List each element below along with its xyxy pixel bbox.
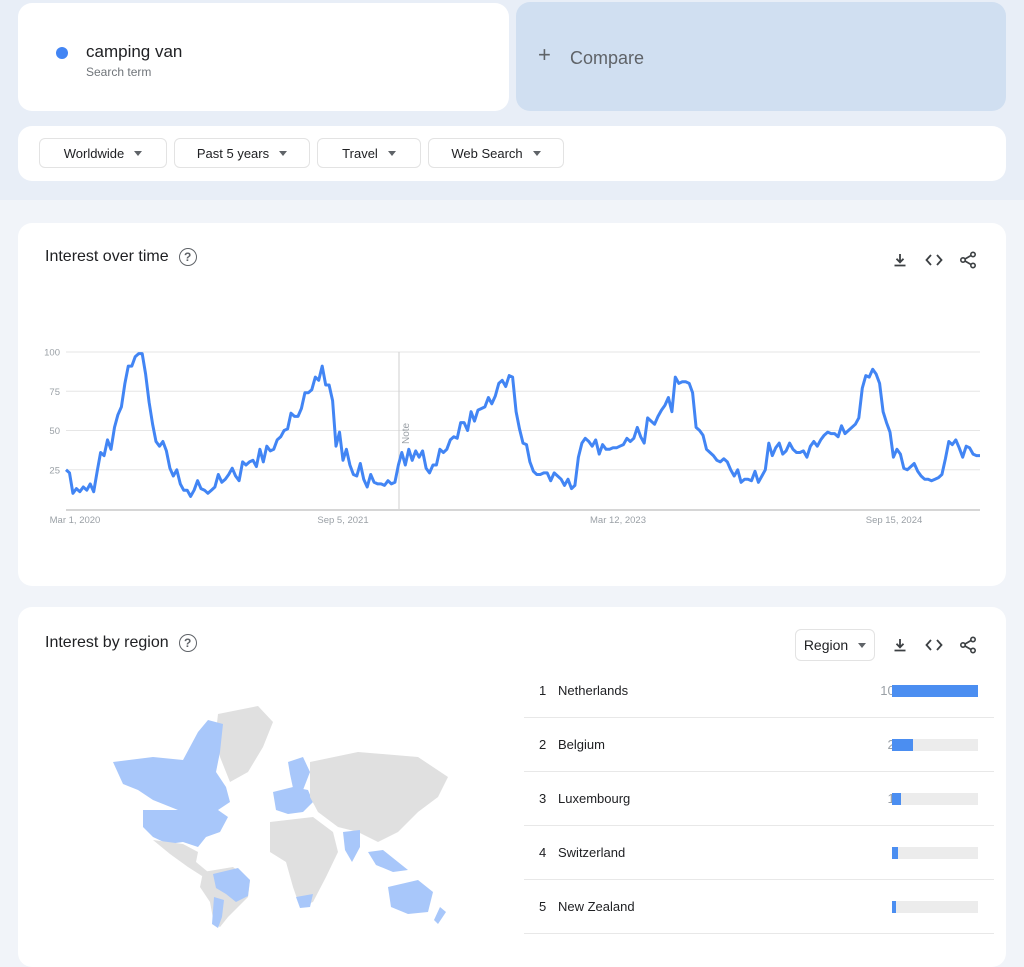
region-actions: [890, 635, 978, 655]
region-value-bar-fill: [892, 685, 978, 697]
region-value-bar-fill: [892, 901, 897, 913]
search-term-card[interactable]: camping van Search term: [18, 3, 509, 111]
search-term-name[interactable]: camping van: [86, 42, 182, 62]
region-row[interactable]: 3Luxembourg10: [524, 772, 994, 826]
y-tick-label: 50: [49, 426, 60, 437]
caret-down-icon: [279, 150, 288, 156]
region-rank: 1: [539, 683, 547, 698]
region-rank: 4: [539, 845, 547, 860]
x-tick-label: Mar 12, 2023: [590, 515, 646, 526]
filter-location-label: Worldwide: [63, 145, 125, 161]
filter-time-dropdown[interactable]: Past 5 years: [174, 138, 310, 168]
note-annotation[interactable]: Note: [401, 422, 412, 444]
region-name[interactable]: New Zealand: [558, 899, 635, 914]
region-row[interactable]: 1Netherlands100: [524, 664, 994, 718]
region-value-bar: [892, 901, 978, 913]
region-row[interactable]: 5New Zealand5: [524, 880, 994, 934]
compare-button[interactable]: + Compare: [516, 2, 1006, 111]
filter-location-dropdown[interactable]: Worldwide: [39, 138, 167, 168]
region-name[interactable]: Luxembourg: [558, 791, 630, 806]
map-australia: [388, 880, 433, 914]
caret-down-icon: [387, 150, 396, 156]
interest-by-region-card: Interest by region ? Region 1 Netherland…: [18, 607, 1006, 967]
map-africa: [270, 817, 338, 907]
plus-icon: +: [538, 42, 551, 67]
search-term-label: Search term: [86, 65, 152, 79]
region-ranking-list: 1Netherlands1002Belgium243Luxembourg104S…: [524, 664, 994, 934]
filter-time-label: Past 5 years: [196, 145, 270, 161]
share-icon[interactable]: [958, 635, 978, 655]
region-value-bar-fill: [892, 847, 899, 859]
map-canada: [113, 720, 230, 810]
region-resolution-dropdown[interactable]: Region: [795, 629, 875, 661]
interest-by-region-title-row: Interest by region ?: [45, 634, 197, 652]
map-asia: [310, 752, 448, 842]
map-india: [343, 830, 360, 862]
map-greenland: [216, 706, 273, 782]
x-tick-label: Mar 1, 2020: [50, 515, 101, 526]
region-value-bar: [892, 847, 978, 859]
y-tick-label: 25: [49, 465, 60, 476]
embed-icon[interactable]: [924, 635, 944, 655]
download-icon[interactable]: [890, 635, 910, 655]
compare-label: Compare: [570, 48, 645, 68]
region-select-label: Region: [803, 637, 849, 653]
region-value-bar: [892, 685, 978, 697]
help-icon[interactable]: ?: [178, 634, 197, 652]
region-value-bar-fill: [892, 793, 901, 805]
x-tick-label: Sep 15, 2024: [866, 515, 923, 526]
region-value-bar: [892, 739, 978, 751]
series-line-camping-van[interactable]: [65, 352, 980, 498]
region-value-bar: [892, 793, 978, 805]
region-name[interactable]: Netherlands: [558, 683, 628, 698]
map-mexico: [153, 840, 208, 876]
world-map[interactable]: [98, 702, 458, 932]
region-row[interactable]: 4Switzerland7: [524, 826, 994, 880]
caret-down-icon: [532, 150, 541, 156]
caret-down-icon: [858, 642, 867, 648]
map-southeast-asia: [368, 850, 408, 872]
region-rank: 3: [539, 791, 547, 806]
y-tick-label: 100: [44, 348, 60, 359]
x-tick-label: Sep 5, 2021: [317, 515, 368, 526]
filters-bar: Worldwide Past 5 years Travel Web Search: [18, 126, 1006, 181]
map-europe: [273, 787, 313, 814]
y-tick-label: 75: [49, 387, 60, 398]
interest-by-region-title: Interest by region: [45, 634, 169, 651]
region-rank: 2: [539, 737, 547, 752]
filter-category-dropdown[interactable]: Travel: [317, 138, 421, 168]
filter-search-type-label: Web Search: [451, 145, 523, 161]
filter-search-type-dropdown[interactable]: Web Search: [428, 138, 564, 168]
filter-category-label: Travel: [342, 145, 378, 161]
region-name[interactable]: Belgium: [558, 737, 605, 752]
region-name[interactable]: Switzerland: [558, 845, 625, 860]
region-value-bar-fill: [892, 739, 913, 751]
interest-over-time-chart[interactable]: 25 50 75 100 Note Mar 1, 2020 Sep 5, 2021 Mar 1…: [18, 223, 1006, 586]
region-rank: 5: [539, 899, 547, 914]
interest-over-time-card: Interest over time ? 25 50 75 100 Note Mar 1,…: [18, 223, 1006, 586]
region-row[interactable]: 2Belgium24: [524, 718, 994, 772]
map-new-zealand: [434, 907, 446, 924]
caret-down-icon: [134, 150, 143, 156]
map-scandinavia: [288, 757, 310, 790]
series-color-dot: [56, 47, 68, 59]
